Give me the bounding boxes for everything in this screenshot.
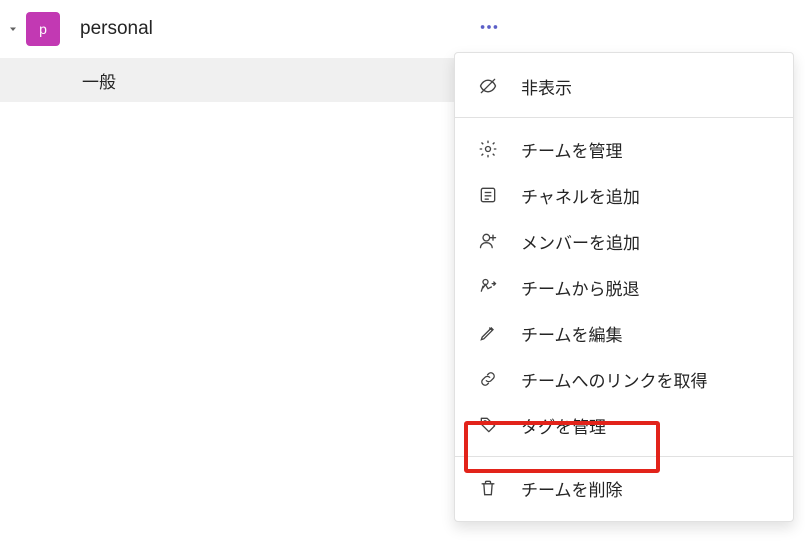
menu-label: タグを管理 [521, 413, 606, 438]
teams-sidebar: p personal 一般 [0, 0, 530, 558]
trash-icon [477, 477, 499, 499]
menu-add-member[interactable]: メンバーを追加 [455, 218, 793, 264]
menu-label: 非表示 [521, 74, 572, 99]
menu-divider [455, 456, 793, 457]
gear-icon [477, 138, 499, 160]
menu-leave-team[interactable]: チームから脱退 [455, 264, 793, 310]
channel-general[interactable]: 一般 [0, 58, 530, 102]
menu-label: チャネルを追加 [521, 183, 640, 208]
team-more-button[interactable] [478, 16, 500, 42]
channel-label: 一般 [82, 68, 116, 93]
menu-get-link[interactable]: チームへのリンクを取得 [455, 356, 793, 402]
hide-icon [477, 75, 499, 97]
menu-delete-team[interactable]: チームを削除 [455, 465, 793, 511]
menu-manage-team[interactable]: チームを管理 [455, 126, 793, 172]
team-avatar-letter: p [39, 21, 47, 37]
leave-team-icon [477, 276, 499, 298]
menu-label: メンバーを追加 [521, 229, 640, 254]
menu-edit-team[interactable]: チームを編集 [455, 310, 793, 356]
menu-label: チームを管理 [521, 137, 623, 162]
menu-manage-tags[interactable]: タグを管理 [455, 402, 793, 448]
menu-hide[interactable]: 非表示 [455, 63, 793, 109]
menu-add-channel[interactable]: チャネルを追加 [455, 172, 793, 218]
team-avatar: p [26, 12, 60, 46]
edit-icon [477, 322, 499, 344]
link-icon [477, 368, 499, 390]
team-context-menu: 非表示 チームを管理 チャネルを追加 [454, 52, 794, 522]
menu-label: チームから脱退 [521, 275, 640, 300]
menu-label: チームを編集 [521, 321, 623, 346]
menu-label: チームへのリンクを取得 [521, 367, 708, 392]
menu-label: チームを削除 [521, 476, 623, 501]
expand-caret-icon[interactable] [6, 23, 20, 35]
more-icon [478, 16, 500, 42]
menu-divider [455, 117, 793, 118]
team-name: personal [80, 18, 153, 40]
add-member-icon [477, 230, 499, 252]
add-channel-icon [477, 184, 499, 206]
tag-icon [477, 414, 499, 436]
team-row[interactable]: p personal [0, 0, 530, 58]
